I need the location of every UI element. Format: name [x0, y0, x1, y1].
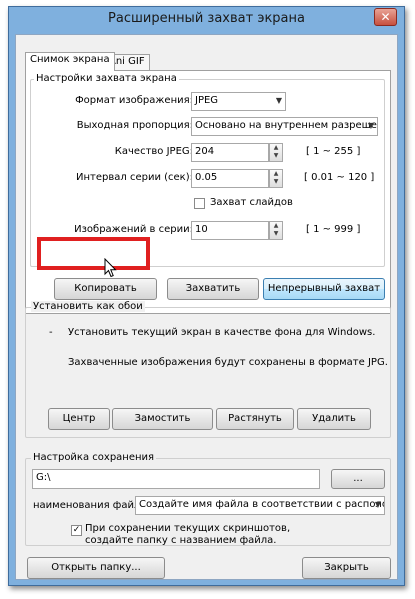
image-format-label: Формат изображения: [75, 95, 193, 106]
jpeg-quality-range: [ 1 ~ 255 ] [306, 146, 361, 157]
wallpaper-info-line2: Захваченные изображения будут сохранены … [68, 357, 388, 368]
images-count-label: Изображений в серии: [74, 224, 193, 235]
wallpaper-tile-button[interactable]: Замостить [112, 408, 213, 430]
open-folder-button[interactable]: Открыть папку... [27, 557, 165, 579]
check-icon: ✓ [72, 525, 81, 535]
continuous-capture-button[interactable]: Непрерывный захват [263, 278, 385, 300]
interval-input[interactable]: 0.05 [191, 169, 269, 188]
jpeg-quality-label: Качество JPEG: [114, 146, 193, 157]
browse-button[interactable]: ... [331, 469, 385, 489]
tab-panel-screenshot: Настройки захвата экрана Формат изображе… [25, 70, 391, 314]
interval-spinner[interactable]: ▲ ▼ [269, 169, 283, 188]
copy-button[interactable]: Копировать [54, 278, 157, 300]
jpeg-quality-input[interactable]: 204 [191, 143, 269, 162]
image-format-select[interactable]: JPEG ▼ [191, 92, 286, 111]
images-count-input[interactable]: 10 [191, 221, 269, 240]
capture-settings-title: Настройки захвата экрана [34, 73, 179, 84]
create-folder-label: При сохранении текущих скриншотов, созда… [85, 523, 291, 546]
chevron-down-icon: ▼ [374, 500, 381, 509]
wallpaper-center-button[interactable]: Центр [48, 408, 110, 430]
filename-value: Создайте имя файла в соответствии с расп… [139, 499, 384, 510]
capture-button[interactable]: Захватить [167, 278, 259, 300]
chevron-down-icon: ▼ [275, 96, 282, 105]
close-button[interactable]: Закрыть [302, 557, 391, 579]
jpeg-quality-spinner[interactable]: ▲ ▼ [269, 143, 283, 162]
wallpaper-group-title: Установить как обои [31, 301, 145, 312]
wallpaper-info-line1: Установить текущий экран в качестве фона… [68, 327, 376, 338]
images-count-spinner[interactable]: ▲ ▼ [269, 221, 283, 240]
interval-label: Интервал серии (сек): [76, 172, 193, 183]
aspect-label: Выходная пропорция: [76, 120, 193, 131]
save-settings-title: Настройка сохранения [31, 452, 157, 463]
wallpaper-delete-button[interactable]: Удалить [297, 408, 371, 430]
tab-screenshot[interactable]: Снимок экрана [25, 52, 115, 71]
app-window: Расширенный захват экрана ✕ Снимок экран… [8, 6, 405, 586]
dialog-body: Снимок экрана Ani GIF Настройки захвата … [15, 34, 398, 580]
aspect-value: Основано на внутреннем разрешении [195, 120, 378, 131]
capture-slides-checkbox[interactable] [194, 198, 205, 209]
wallpaper-bullet: - [49, 327, 53, 338]
interval-range: [ 0.01 ~ 120 ] [304, 172, 375, 183]
wallpaper-stretch-button[interactable]: Растянуть [216, 408, 294, 430]
capture-slides-label: Захват слайдов [210, 197, 293, 208]
window-close-button[interactable]: ✕ [374, 8, 397, 26]
image-format-value: JPEG [195, 95, 219, 106]
chevron-down-icon: ▼ [367, 121, 374, 130]
create-folder-checkbox[interactable]: ✓ [71, 525, 82, 536]
images-count-range: [ 1 ~ 999 ] [306, 224, 361, 235]
filename-select[interactable]: Создайте имя файла в соответствии с расп… [135, 496, 385, 515]
mouse-pointer-icon [104, 258, 117, 278]
window-title: Расширенный захват экрана [108, 11, 305, 26]
save-path-input[interactable]: G:\ [32, 469, 320, 489]
filename-label: наименования файл: [33, 500, 144, 511]
aspect-select[interactable]: Основано на внутреннем разрешении ▼ [191, 117, 378, 136]
